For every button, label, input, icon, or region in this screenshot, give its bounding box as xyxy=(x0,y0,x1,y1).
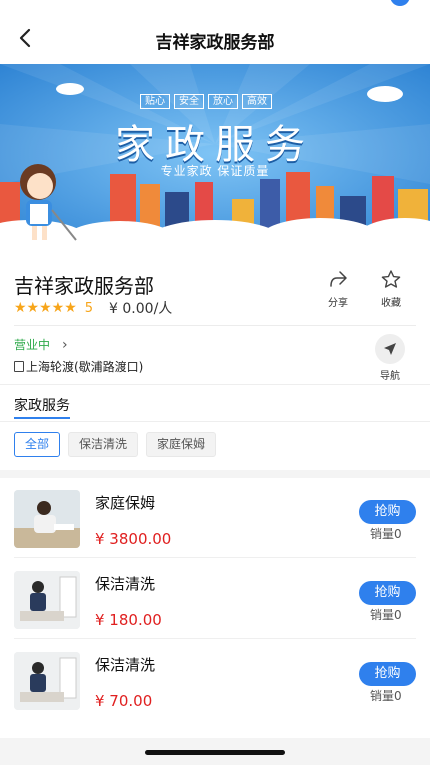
page-title: 吉祥家政服务部 xyxy=(155,33,275,53)
buy-button[interactable]: 抢购 xyxy=(359,662,416,686)
service-name: 家庭保姆 xyxy=(95,494,156,512)
service-list: 家庭保姆 ¥ 3800.00 抢购 销量0 保洁清洗 ¥ 180.00 抢购 销… xyxy=(0,478,430,738)
divider xyxy=(14,557,416,558)
banner-tag: 高效 xyxy=(242,94,272,109)
sales-count: 销量0 xyxy=(370,689,402,703)
service-price: ¥ 3800.00 xyxy=(95,530,172,548)
tab-underline xyxy=(14,417,70,419)
shop-address: 上海轮渡(歇浦路渡口) xyxy=(14,358,143,375)
banner-tag: 安全 xyxy=(174,94,204,109)
chip-all[interactable]: 全部 xyxy=(14,432,61,457)
divider xyxy=(14,638,416,639)
category-filter: 全部 保洁清洗 家庭保姆 xyxy=(14,432,217,457)
business-status[interactable]: 营业中 › xyxy=(14,336,68,353)
banner-tag: 贴心 xyxy=(140,94,170,109)
shop-banner: 贴心 安全 放心 高效 家政服务 专业家政 保证质量 xyxy=(0,64,430,244)
business-status-text: 营业中 xyxy=(14,338,51,352)
shop-rating: ★★★★★ 5 ¥ 0.00/人 xyxy=(14,298,172,318)
sales-count: 销量0 xyxy=(370,608,402,622)
list-item[interactable]: 保洁清洗 ¥ 180.00 抢购 销量0 xyxy=(0,559,430,639)
service-thumbnail xyxy=(14,652,80,710)
list-item[interactable]: 家庭保姆 ¥ 3800.00 抢购 销量0 xyxy=(0,478,430,558)
service-price: ¥ 180.00 xyxy=(95,611,162,629)
favorite-label: 收藏 xyxy=(381,298,401,309)
shop-info-card: 吉祥家政服务部 ★★★★★ 5 ¥ 0.00/人 分享 收藏 营业中 › 上海轮… xyxy=(0,244,430,384)
tab-home-service[interactable]: 家政服务 xyxy=(14,395,70,419)
status-indicator xyxy=(390,0,410,6)
address-text: 上海轮渡(歇浦路渡口) xyxy=(26,360,144,374)
star-outline-icon xyxy=(381,270,401,288)
share-icon xyxy=(330,271,347,287)
service-name: 保洁清洗 xyxy=(95,656,156,674)
home-indicator[interactable] xyxy=(145,750,285,755)
nav-bar: 吉祥家政服务部 xyxy=(0,0,430,64)
share-label: 分享 xyxy=(328,298,348,309)
navigation-icon xyxy=(375,334,405,364)
star-rating-icon: ★★★★★ xyxy=(14,300,77,316)
buy-button[interactable]: 抢购 xyxy=(359,500,416,524)
document-icon xyxy=(14,361,24,372)
rating-value: 5 xyxy=(84,300,94,316)
service-section: 家政服务 全部 保洁清洗 家庭保姆 xyxy=(0,384,430,470)
banner-tag: 放心 xyxy=(208,94,238,109)
chip-nanny[interactable]: 家庭保姆 xyxy=(146,432,217,457)
service-name: 保洁清洗 xyxy=(95,575,156,593)
service-thumbnail xyxy=(14,490,80,548)
chevron-right-icon: › xyxy=(62,336,68,353)
sales-count: 销量0 xyxy=(370,527,402,541)
tab-label: 家政服务 xyxy=(14,398,70,414)
service-price: ¥ 70.00 xyxy=(95,692,153,710)
favorite-button[interactable]: 收藏 xyxy=(371,270,411,309)
chip-cleaning[interactable]: 保洁清洗 xyxy=(68,432,139,457)
price-per-person: ¥ 0.00/人 xyxy=(109,301,173,317)
shop-name: 吉祥家政服务部 xyxy=(14,274,154,298)
banner-subtitle: 专业家政 保证质量 xyxy=(160,164,270,178)
navigate-button[interactable]: 导航 xyxy=(372,334,408,382)
buy-button[interactable]: 抢购 xyxy=(359,581,416,605)
divider xyxy=(14,325,416,326)
share-button[interactable]: 分享 xyxy=(318,270,358,309)
list-item[interactable]: 保洁清洗 ¥ 70.00 抢购 销量0 xyxy=(0,640,430,720)
navigate-label: 导航 xyxy=(380,371,400,382)
service-thumbnail xyxy=(14,571,80,629)
divider xyxy=(0,421,430,422)
